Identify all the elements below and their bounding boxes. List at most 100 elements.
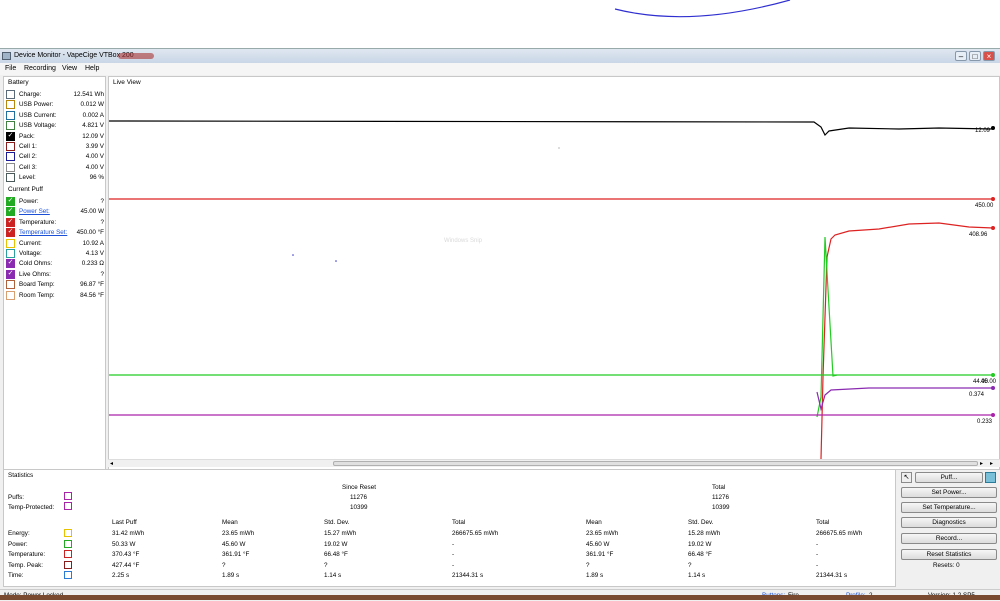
stat-column-header: Last Puff [112,519,137,526]
menu-recording[interactable]: Recording [24,65,56,72]
battery-row-level: Level: 96 % [6,172,104,183]
menu-file[interactable]: File [5,65,16,72]
maximize-icon[interactable]: □ [969,51,981,61]
stat-row-checkbox[interactable] [64,550,72,558]
stat-row-checkbox[interactable] [64,571,72,579]
battery-label: Charge: [19,91,42,98]
puff-value: 4.13 V [85,250,104,257]
stat-column-header: Mean [586,519,602,526]
puff-row-board-temp: Board Temp: 96.87 °F [6,279,104,290]
stat-cell: 2.25 s [112,572,130,579]
puff-label: Voltage: [19,250,42,257]
puff-label[interactable]: Power Set: [19,208,50,215]
record-button[interactable]: Record... [901,533,997,544]
battery-checkbox-cell-1[interactable] [6,142,15,151]
battery-label: Pack: [19,132,35,140]
set-temperature-button[interactable]: Set Temperature... [901,502,997,513]
reset-statistics-button[interactable]: Reset Statistics [901,549,997,560]
puff-label[interactable]: Temperature Set: [19,229,67,236]
puff-row-power: ✓ Power:? [6,196,104,206]
battery-checkbox-cell-3[interactable] [6,162,15,172]
puff-checkbox-temperature[interactable]: ✓ [6,217,15,227]
battery-value: 4.00 V [85,153,104,161]
end-label-pack: 12.09 [975,128,991,134]
stat-cell: 1.89 s [586,572,604,579]
puff-checkbox-board-temp[interactable] [6,280,15,290]
pack-voltage-line [109,120,994,137]
stat-cell: 15.27 mWh [324,530,357,537]
temp-protected-checkbox[interactable] [64,502,72,510]
puff-row-live-ohms: ✓ Live Ohms:? [6,269,104,279]
stat-cell: 361.91 °F [222,551,250,558]
menu-help[interactable]: Help [85,65,99,72]
stat-row-label: Temperature: [8,551,46,558]
stat-cell: - [816,540,819,548]
battery-checkbox-usb-voltage[interactable] [6,121,15,131]
battery-label: USB Current: [19,111,57,119]
battery-checkbox-pack[interactable]: ✓ [6,131,15,141]
stat-column-header: Mean [222,519,238,526]
live-view-panel: Live View Windows Snip 12.09 450.00 408.… [108,76,1000,470]
puff-checkbox-current[interactable] [6,238,15,248]
live-view-plot[interactable] [109,77,1000,461]
battery-checkbox-usb-current[interactable] [6,110,15,120]
stat-row-checkbox[interactable] [64,560,72,569]
menu-view[interactable]: View [62,65,77,72]
battery-label: Cell 1: [19,143,37,150]
pointer-icon[interactable]: ↖ [901,472,912,483]
puffs-checkbox[interactable] [64,492,72,500]
puff-checkbox-temperature-set[interactable]: ✓ [6,228,15,238]
puff-checkbox-live-ohms[interactable]: ✓ [6,269,15,279]
end-label-power-set: 45.00 [981,379,997,385]
puff-value: 96.87 °F [80,281,104,289]
puff-row-cold-ohms: ✓ Cold Ohms: 0.233 Ω [6,258,104,269]
stat-column-header: Total [452,519,466,526]
battery-value: 4.821 V [82,122,104,130]
stat-cell: - [452,561,455,569]
puff-checkbox-power[interactable]: ✓ [6,197,15,206]
plot-dot [292,254,294,256]
stat-cell: 66.48 °F [688,551,712,558]
battery-checkbox-charge[interactable] [6,90,15,99]
battery-checkbox-cell-2[interactable] [6,152,15,162]
temperature-line [820,222,994,460]
diagnostics-button[interactable]: Diagnostics [901,517,997,528]
battery-row-pack: ✓ Pack: 12.09 V [6,131,104,141]
battery-checkbox-usb-power[interactable] [6,100,15,110]
close-icon[interactable]: × [983,51,995,61]
scroll-left-icon[interactable]: ◂ [110,460,113,467]
battery-value: 96 % [89,174,104,182]
scroll-end-icon[interactable]: ▸ [990,460,993,467]
puff-checkbox-power-set[interactable]: ✓ [6,207,15,217]
puff-checkbox-voltage[interactable] [6,249,15,258]
scroll-right-icon[interactable]: ▸ [980,460,983,467]
puff-label: Current: [19,239,42,247]
total-header: Total [712,484,726,491]
stat-cell: 31.42 mWh [112,530,145,537]
set-power-button[interactable]: Set Power... [901,487,997,498]
battery-checkbox-level[interactable] [6,173,15,183]
device-icon[interactable] [985,472,996,483]
battery-value: 0.012 W [80,101,104,109]
live-view-scrollbar[interactable]: ◂ ▸ ▸ [108,459,1000,467]
stat-cell: 19.02 W [324,540,348,548]
end-label-live-ohms: 0.374 [969,392,985,398]
puff-value: 45.00 W [80,208,104,216]
stat-row-checkbox[interactable] [64,529,72,537]
temperature-marker [991,226,995,230]
stat-cell: 370.43 °F [112,551,140,558]
scroll-thumb[interactable] [333,461,978,466]
stat-cell: 21344.31 s [816,572,848,579]
battery-row-cell-1: Cell 1: 3.99 V [6,141,104,151]
tp-total-value: 10399 [712,504,730,511]
stat-cell: 23.65 mWh [222,530,255,537]
puff-row-temperature-set: ✓ Temperature Set: 450.00 °F [6,227,104,238]
puff-checkbox-room-temp[interactable] [6,290,15,300]
minimize-icon[interactable]: – [955,51,967,61]
battery-label: USB Power: [19,101,54,109]
stat-row-checkbox[interactable] [64,539,72,548]
puff-checkbox-cold-ohms[interactable]: ✓ [6,259,15,269]
title-blur [118,53,154,59]
stat-cell: 23.65 mWh [586,530,619,537]
puff-button[interactable]: Puff... [915,472,983,483]
